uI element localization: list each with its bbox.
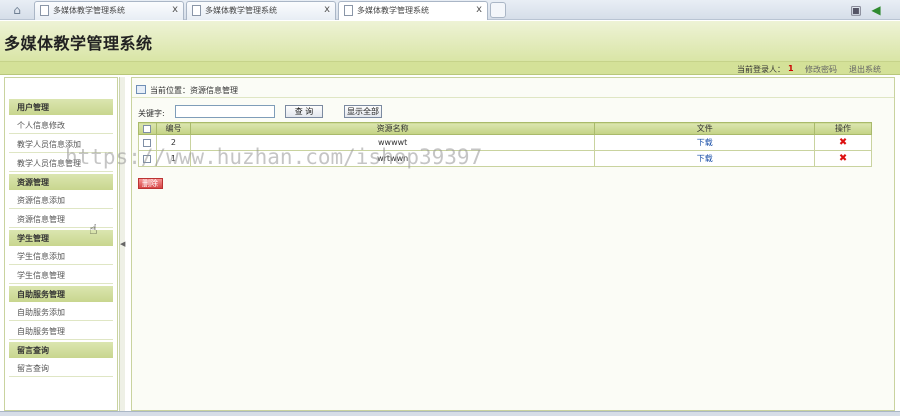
row-checkbox[interactable]	[143, 138, 152, 147]
keyword-input[interactable]	[175, 105, 275, 118]
cell-action: ✖	[814, 150, 872, 167]
browser-status-bar	[0, 411, 900, 416]
tab-label: 多媒体教学管理系统	[53, 6, 125, 15]
sidebar-section-message[interactable]: 留言查询	[9, 342, 113, 358]
resource-table: 编号 资源名称 文件 操作 2 wwwwt 下载 ✖ 1 wrtwwn 下载 ✖	[138, 122, 872, 167]
delete-x-icon[interactable]: ✖	[839, 137, 847, 148]
home-icon[interactable]: ⌂	[4, 2, 30, 18]
cell-id: 1	[155, 150, 191, 167]
page-icon	[192, 5, 201, 16]
browser-tab-2[interactable]: 多媒体教学管理系统 x	[186, 1, 336, 20]
sidebar-section-user[interactable]: 用户管理	[9, 99, 113, 115]
delete-x-icon[interactable]: ✖	[839, 153, 847, 164]
cell-file: 下载	[594, 134, 816, 151]
col-header-action: 操作	[814, 122, 872, 135]
back-arrow-icon[interactable]: ◀	[868, 2, 884, 18]
table-row: 2 wwwwt 下载 ✖	[138, 134, 872, 151]
sidebar-item-profile-edit[interactable]: 个人信息修改	[9, 115, 113, 134]
cell-id: 2	[155, 134, 191, 151]
tab-label: 多媒体教学管理系统	[357, 6, 429, 15]
cell-name: wwwwt	[189, 134, 596, 151]
search-button[interactable]: 查 询	[285, 105, 323, 118]
cell-file: 下载	[594, 150, 816, 167]
delete-button-label: 删除	[142, 179, 158, 188]
show-all-button[interactable]: 显示全部	[344, 105, 382, 118]
sidebar-item-selfservice-manage[interactable]: 自助服务管理	[9, 321, 113, 340]
batch-delete-button[interactable]: 删除	[138, 178, 163, 189]
select-all-header[interactable]	[138, 122, 157, 135]
search-row: 关键字: 查 询 显示全部	[132, 104, 894, 122]
select-all-checkbox[interactable]	[143, 124, 152, 133]
col-header-name: 资源名称	[189, 122, 596, 135]
current-user-name: 1	[788, 64, 794, 73]
close-icon[interactable]: x	[324, 4, 330, 15]
sidebar-item-staff-add[interactable]: 教学人员信息添加	[9, 134, 113, 153]
site-title: 多媒体教学管理系统	[4, 34, 153, 53]
table-header-row: 编号 资源名称 文件 操作	[138, 122, 872, 135]
collapse-arrow-icon: ◀	[120, 240, 126, 248]
breadcrumb-text: 当前位置：资源信息管理	[150, 86, 238, 95]
sidebar-item-selfservice-add[interactable]: 自助服务添加	[9, 302, 113, 321]
sidebar-item-resource-add[interactable]: 资源信息添加	[9, 190, 113, 209]
row-checkbox[interactable]	[143, 154, 152, 163]
col-header-id: 编号	[155, 122, 191, 135]
browser-tab-3[interactable]: 多媒体教学管理系统 x	[338, 1, 488, 20]
cell-name: wrtwwn	[189, 150, 596, 167]
download-link[interactable]: 下载	[697, 138, 713, 147]
col-header-file: 文件	[594, 122, 816, 135]
close-icon[interactable]: x	[172, 4, 178, 15]
breadcrumb: 当前位置：资源信息管理	[132, 82, 894, 98]
logout-link[interactable]: 退出系统	[849, 64, 881, 75]
table-row: 1 wrtwwn 下载 ✖	[138, 150, 872, 167]
hand-cursor-icon: ☝	[89, 222, 98, 238]
cell-action: ✖	[814, 134, 872, 151]
sidebar-item-student-add[interactable]: 学生信息添加	[9, 246, 113, 265]
content-panel: 当前位置：资源信息管理 关键字: 查 询 显示全部 编号 资源名称 文件 操作	[131, 77, 895, 411]
sidebar-item-student-manage[interactable]: 学生信息管理	[9, 265, 113, 284]
sidebar-item-message-query[interactable]: 留言查询	[9, 358, 113, 377]
browser-tab-bar: ⌂ 多媒体教学管理系统 x 多媒体教学管理系统 x 多媒体教学管理系统 x ▣ …	[0, 0, 900, 20]
sidebar-collapse-handle[interactable]: ◀	[119, 77, 125, 411]
keyword-label: 关键字:	[138, 109, 165, 118]
page-icon	[40, 5, 49, 16]
page-icon	[344, 5, 353, 16]
sidebar: 用户管理 个人信息修改 教学人员信息添加 教学人员信息管理 资源管理 资源信息添…	[4, 77, 118, 411]
close-icon[interactable]: x	[476, 4, 482, 15]
new-tab-button[interactable]	[490, 2, 506, 18]
row-select-cell[interactable]	[138, 134, 157, 151]
page-settings-icon[interactable]: ▣	[848, 2, 864, 18]
download-link[interactable]: 下载	[697, 154, 713, 163]
sidebar-top-spacer	[5, 78, 117, 97]
sidebar-item-staff-manage[interactable]: 教学人员信息管理	[9, 153, 113, 172]
current-user-label: 当前登录人：	[737, 65, 785, 74]
page-header: 多媒体教学管理系统	[0, 21, 900, 62]
tab-label: 多媒体教学管理系统	[205, 6, 277, 15]
location-icon	[136, 85, 146, 94]
sidebar-section-selfservice[interactable]: 自助服务管理	[9, 286, 113, 302]
row-select-cell[interactable]	[138, 150, 157, 167]
main-content: 当前位置：资源信息管理 关键字: 查 询 显示全部 编号 资源名称 文件 操作	[127, 77, 900, 411]
browser-tab-1[interactable]: 多媒体教学管理系统 x	[34, 1, 184, 20]
user-bar: 当前登录人： 1 修改密码 退出系统	[0, 62, 900, 75]
change-password-link[interactable]: 修改密码	[805, 64, 837, 75]
sidebar-section-resource[interactable]: 资源管理	[9, 174, 113, 190]
